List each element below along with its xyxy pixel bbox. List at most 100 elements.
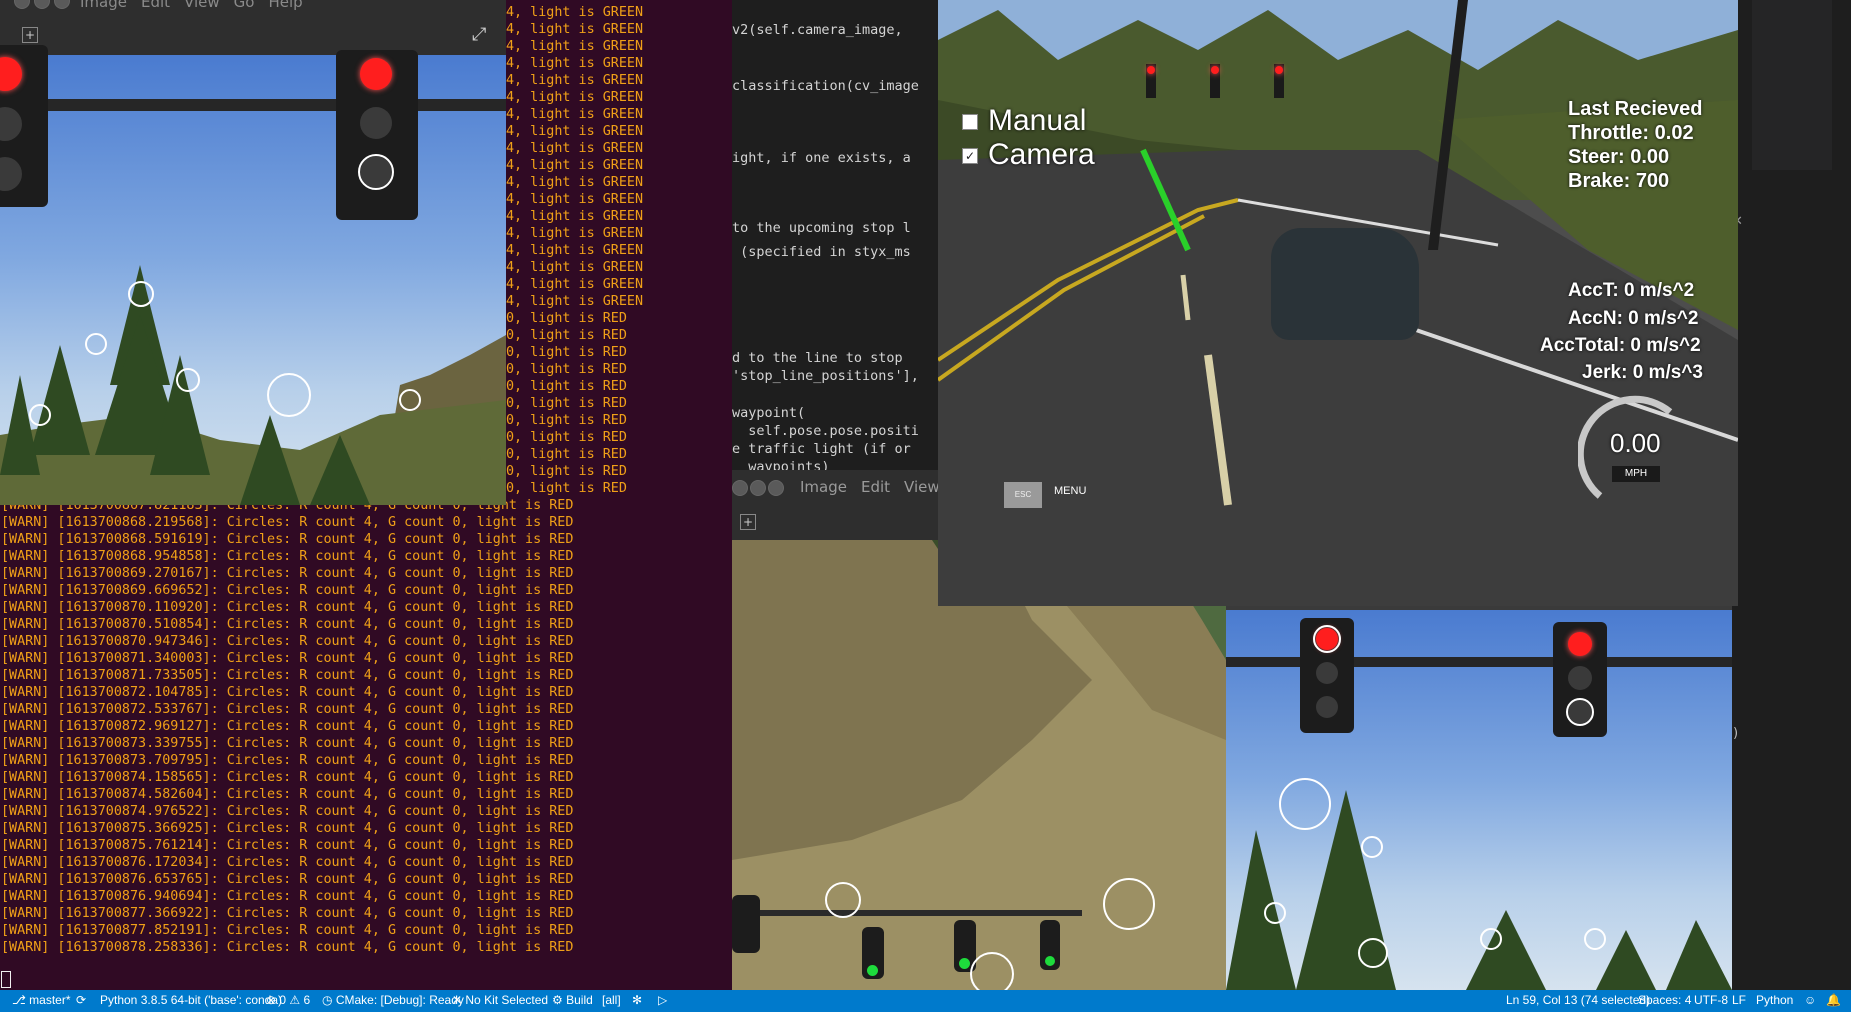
minimap[interactable] <box>1752 0 1832 170</box>
debug-icon[interactable]: ✻ <box>632 993 642 1007</box>
traffic-light-distant <box>1210 64 1220 98</box>
terminal-line: [WARN] [1613700875.366925]: Circles: R c… <box>1 821 574 836</box>
detection-circle <box>1103 878 1155 930</box>
terminal-line: [WARN] [1613700874.158565]: Circles: R c… <box>1 770 574 785</box>
red-lamp <box>1147 66 1155 74</box>
git-branch-label: master* <box>29 993 71 1007</box>
speed-unit: MPH <box>1612 466 1660 482</box>
menu-edit[interactable]: Edit <box>141 0 170 11</box>
car <box>1271 228 1419 340</box>
terminal-line: [WARN] [1613700877.366922]: Circles: R c… <box>1 906 574 921</box>
manual-checkbox[interactable] <box>962 114 978 130</box>
red-lamp <box>0 57 22 91</box>
amber-lamp <box>1568 666 1592 690</box>
window-minimize-button[interactable] <box>34 0 50 9</box>
encoding[interactable]: UTF-8 <box>1694 993 1728 1007</box>
detection-circle <box>1279 778 1331 830</box>
menu-image[interactable]: Image <box>80 0 127 11</box>
detection-circle <box>399 389 421 411</box>
cursor-position[interactable]: Ln 59, Col 13 (74 selected) <box>1506 993 1650 1007</box>
problems-indicator[interactable]: ⊗ 0 ⚠ 6 <box>266 993 310 1007</box>
terminal-line: 4, light is GREEN <box>506 56 644 71</box>
red-lamp <box>1211 66 1219 74</box>
jerk-readout: Jerk: 0 m/s^3 <box>1582 362 1703 383</box>
terminal-line: 0, light is RED <box>506 311 627 326</box>
terminal-line: [WARN] [1613700876.653765]: Circles: R c… <box>1 872 574 887</box>
terminal-line: 0, light is RED <box>506 430 627 445</box>
window-maximize-button[interactable] <box>768 480 784 496</box>
traffic-light-right <box>1553 622 1607 737</box>
run-icon[interactable]: ▷ <box>658 993 667 1007</box>
status-bar: ⎇ master* ⟳ Python 3.8.5 64-bit ('base':… <box>0 990 1851 1012</box>
traffic-light-pole-arm <box>752 910 1082 916</box>
hill-graphic <box>732 540 1226 990</box>
camera-checkbox[interactable]: ✓ <box>962 148 978 164</box>
terminal-line: [WARN] [1613700876.940694]: Circles: R c… <box>1 889 574 904</box>
cmake-kit[interactable]: ✕ No Kit Selected <box>452 993 548 1007</box>
build-target[interactable]: [all] <box>602 993 621 1007</box>
menu-label: MENU <box>1054 485 1087 497</box>
terminal-line: 0, light is RED <box>506 328 627 343</box>
terminal-line: 4, light is GREEN <box>506 73 644 88</box>
build-button[interactable]: ⚙ Build <box>552 993 593 1007</box>
notifications-icon[interactable]: 🔔 <box>1826 993 1841 1007</box>
camera-image-hill <box>732 540 1226 990</box>
accn-readout: AccN: 0 m/s^2 <box>1568 308 1699 329</box>
terminal-line: 4, light is GREEN <box>506 209 644 224</box>
terminal-line: [WARN] [1613700870.947346]: Circles: R c… <box>1 634 574 649</box>
simulator-window[interactable]: Manual ✓ Camera Last Recieved Throttle: … <box>938 0 1738 606</box>
python-interpreter[interactable]: Python 3.8.5 64-bit ('base': conda) <box>100 993 282 1007</box>
detection-circle <box>1566 698 1594 726</box>
window-close-button[interactable] <box>14 0 30 9</box>
code-line: to the upcoming stop l <box>732 220 911 236</box>
traffic-light-left <box>0 45 48 207</box>
terminal-line: [WARN] [1613700871.340003]: Circles: R c… <box>1 651 574 666</box>
terminal-line: 0, light is RED <box>506 481 627 496</box>
menu-go[interactable]: Go <box>234 0 255 11</box>
image-viewer-top[interactable]: Image Edit View Go Help + ⤢ <box>0 0 506 505</box>
green-lamp <box>1045 956 1055 966</box>
manual-label: Manual <box>988 104 1087 137</box>
feedback-icon[interactable]: ☺ <box>1804 993 1816 1007</box>
terminal-line: [WARN] [1613700868.219568]: Circles: R c… <box>1 515 574 530</box>
code-line: e traffic light (if or <box>732 441 911 457</box>
fullscreen-icon[interactable]: ⤢ <box>472 24 486 45</box>
cmake-status[interactable]: ◷ CMake: [Debug]: Ready <box>322 993 464 1007</box>
amber-lamp <box>1316 662 1338 684</box>
line-ending[interactable]: LF <box>1732 993 1746 1007</box>
esc-button[interactable]: ESC <box>1004 482 1042 508</box>
indentation[interactable]: Spaces: 4 <box>1638 993 1691 1007</box>
pin-icon[interactable]: + <box>740 514 756 530</box>
menu-image[interactable]: Image <box>800 478 847 496</box>
camera-image-top <box>0 45 506 505</box>
menu-edit[interactable]: Edit <box>861 478 890 496</box>
menu-view[interactable]: View <box>184 0 220 11</box>
sync-icon[interactable]: ⟳ <box>76 993 86 1007</box>
terminal-line: 0, light is RED <box>506 362 627 377</box>
traffic-light-distant <box>1146 64 1156 98</box>
menu-help[interactable]: Help <box>268 0 302 11</box>
language-mode[interactable]: Python <box>1756 993 1793 1007</box>
build-label: Build <box>566 993 593 1007</box>
window-minimize-button[interactable] <box>750 480 766 496</box>
menu-view[interactable]: View <box>904 478 940 496</box>
terminal-line: [WARN] [1613700874.976522]: Circles: R c… <box>1 804 574 819</box>
code-line: d to the line to stop <box>732 350 903 366</box>
terminal-line: 0, light is RED <box>506 396 627 411</box>
terminal-line: [WARN] [1613700868.591619]: Circles: R c… <box>1 532 574 547</box>
detection-circle <box>1361 836 1383 858</box>
terminal-line: 4, light is GREEN <box>506 39 644 54</box>
window-close-button[interactable] <box>732 480 748 496</box>
terminal-line: 0, light is RED <box>506 379 627 394</box>
git-branch[interactable]: ⎇ master* <box>12 993 71 1007</box>
terminal-line: 4, light is GREEN <box>506 107 644 122</box>
code-line: self.pose.pose.positi <box>732 423 919 439</box>
speed-readout: 0.00 <box>1610 428 1661 458</box>
pin-icon[interactable]: + <box>22 27 38 43</box>
terminal-line: 4, light is GREEN <box>506 141 644 156</box>
terminal-line: 4, light is GREEN <box>506 226 644 241</box>
traffic-light-left <box>1300 618 1354 733</box>
window-maximize-button[interactable] <box>54 0 70 9</box>
detection-circle <box>267 373 311 417</box>
terminal-line: [WARN] [1613700872.969127]: Circles: R c… <box>1 719 574 734</box>
